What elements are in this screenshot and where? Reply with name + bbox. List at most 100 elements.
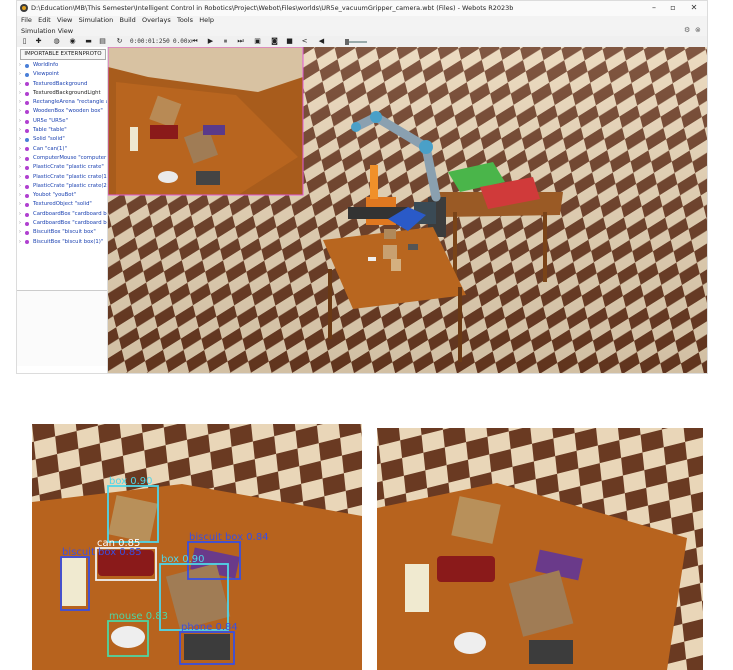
scene-tree-node[interactable]: › TexturedObject "solid" [19,200,107,209]
gear-icon[interactable]: ⚙ [684,26,690,34]
scene-tree-node[interactable]: › TexturedBackgroundLight [19,89,107,98]
eye-icon[interactable]: ◉ [68,37,77,46]
detection-label: phone 0.84 [181,622,238,633]
scene-tree-node-label: CardboardBox "cardboard box(1)" [33,220,107,227]
pause-icon[interactable]: ⏸ [221,37,230,46]
scene-tree-node[interactable]: › PlasticCrate "plastic crate(2)" [19,182,107,191]
share-icon[interactable]: < [300,37,309,46]
step-icon[interactable]: ▶ [206,37,215,46]
run-icon[interactable]: ⏭ [236,37,245,46]
computer-mouse [111,626,145,648]
save-icon[interactable]: ▤ [98,37,107,46]
expand-arrow-icon[interactable]: › [19,61,21,70]
reload-icon[interactable]: ↻ [115,37,124,46]
world-icon[interactable]: ◍ [52,37,61,46]
scene-tree-node-label: TexturedBackground [33,80,88,87]
expand-arrow-icon[interactable]: › [19,126,21,135]
expand-arrow-icon[interactable]: › [19,210,21,219]
node-type-icon [25,100,29,105]
expand-arrow-icon[interactable]: › [19,182,21,191]
scene-tree-node[interactable]: › UR5e "UR5e" [19,117,107,126]
scene-tree-node[interactable]: › Table "table" [19,126,107,135]
expand-arrow-icon[interactable]: › [19,219,21,228]
scene-tree-node-label: RectangleArena "rectangle arena" [33,99,107,106]
screenshot-icon[interactable]: ◙ [270,37,279,46]
add-node-icon[interactable]: ✚ [34,37,43,46]
time-separator-icon: - [164,37,167,45]
menu-build[interactable]: Build [119,16,135,24]
3d-view[interactable] [108,47,707,373]
render-icon[interactable]: ▣ [253,37,262,46]
camera-overlay[interactable] [108,47,304,196]
scene-tree-node[interactable]: › PlasticCrate "plastic crate(1)" [19,173,107,182]
expand-arrow-icon[interactable]: › [19,191,21,200]
scene-tree-node[interactable]: › PlasticCrate "plastic crate" [19,163,107,172]
menu-simulation[interactable]: Simulation [79,16,114,24]
detection-label: biscuit box 0.85 [62,547,142,558]
expand-arrow-icon[interactable]: › [19,163,21,172]
scene-tree-node[interactable]: › WoodenBox "wooden box" [19,107,107,116]
menu-overlays[interactable]: Overlays [142,16,171,24]
minimize-icon[interactable]: – [647,3,661,12]
scene-tree-node[interactable]: › TexturedBackground [19,80,107,89]
expand-arrow-icon[interactable]: › [19,98,21,107]
menu-file[interactable]: File [21,16,32,24]
menu-tools[interactable]: Tools [177,16,193,24]
scene-tree-node[interactable]: › BiscuitBox "biscuit box(1)" [19,238,107,247]
menu-edit[interactable]: Edit [38,16,51,24]
expand-arrow-icon[interactable]: › [19,80,21,89]
scene-tree-node[interactable]: › CardboardBox "cardboard box(1)" [19,219,107,228]
expand-arrow-icon[interactable]: › [19,200,21,209]
close-view-icon[interactable]: ⊗ [695,26,701,34]
scene-tree-node[interactable]: › Solid "solid" [19,135,107,144]
scene-tree-node[interactable]: › BiscuitBox "biscuit box" [19,228,107,237]
expand-arrow-icon[interactable]: › [19,228,21,237]
expand-arrow-icon[interactable]: › [19,89,21,98]
reset-icon[interactable]: ⏮ [190,37,199,46]
node-type-icon [25,63,29,68]
scene-tree-node-label: TexturedBackgroundLight [33,89,101,96]
phone [529,640,573,664]
menu-help[interactable]: Help [199,16,214,24]
expand-arrow-icon[interactable]: › [19,117,21,126]
simulation-view-label: Simulation View [21,27,74,35]
cardboard-box [108,495,158,543]
node-type-icon [25,212,29,217]
open-folder-icon[interactable]: ▬ [84,37,93,46]
scene-tree-node[interactable]: › Viewpoint [19,70,107,79]
maximize-icon[interactable]: ▫ [666,3,680,12]
node-type-icon [25,175,29,180]
volume-icon[interactable]: ◀ [317,37,326,46]
can [437,556,495,582]
scene-tree-node-label: Youbot "youBot" [33,192,77,199]
expand-arrow-icon[interactable]: › [19,173,21,182]
expand-arrow-icon[interactable]: › [19,238,21,247]
scene-tree-node[interactable]: › RectangleArena "rectangle arena" [19,98,107,107]
scene-tree-node[interactable]: › Can "can(1)" [19,145,107,154]
simulation-speed: 0.00x [173,38,192,45]
node-type-icon [25,138,29,143]
record-icon[interactable]: ■ [285,37,294,46]
expand-arrow-icon[interactable]: › [19,154,21,163]
importable-externproto-button[interactable]: IMPORTABLE EXTERNPROTO [20,49,106,60]
node-type-icon [25,73,29,78]
biscuit-box-left [62,558,86,606]
cardboard-box [451,496,501,544]
node-type-icon [25,156,29,161]
scene-tree-node-label: BiscuitBox "biscuit box" [33,229,96,236]
scene-tree-node[interactable]: › WorldInfo [19,61,107,70]
expand-arrow-icon[interactable]: › [19,145,21,154]
expand-arrow-icon[interactable]: › [19,70,21,79]
detection-label: box 0.90 [161,554,205,565]
volume-slider[interactable] [345,39,367,45]
close-icon[interactable]: ✕ [687,3,701,12]
scene-tree-node-label: PlasticCrate "plastic crate" [33,164,104,171]
menu-view[interactable]: View [57,16,72,24]
scene-tree-node[interactable]: › CardboardBox "cardboard box" [19,210,107,219]
expand-arrow-icon[interactable]: › [19,107,21,116]
node-type-icon [25,203,29,208]
sidebar-toggle-icon[interactable]: ▯ [20,37,29,46]
expand-arrow-icon[interactable]: › [19,135,21,144]
scene-tree-node[interactable]: › Youbot "youBot" [19,191,107,200]
scene-tree-node[interactable]: › ComputerMouse "computer mouse" [19,154,107,163]
